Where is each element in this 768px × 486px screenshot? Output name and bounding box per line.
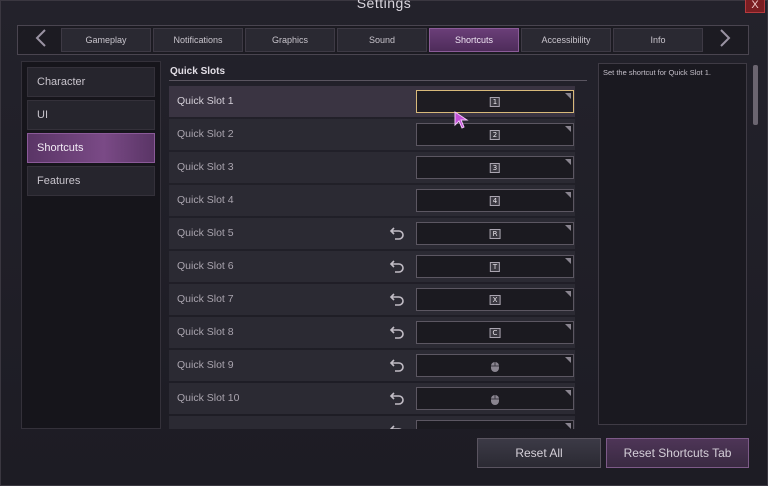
tab-graphics[interactable]: Graphics [245,28,335,52]
corner-marker-icon [565,357,571,363]
shortcut-row[interactable]: Quick Slot 9 [169,350,575,381]
tab-gameplay[interactable]: Gameplay [61,28,151,52]
tab-notifications[interactable]: Notifications [153,28,243,52]
key-cap: R [489,228,501,239]
key-cap: 1 [489,96,501,107]
description-text: Set the shortcut for Quick Slot 1. [603,68,711,77]
close-button[interactable]: X [745,0,765,13]
shortcut-label: Quick Slot 10 [177,392,240,404]
shortcut-row[interactable]: Quick Slot 1 1 [169,86,575,117]
section-divider [169,80,587,81]
shortcut-label: Quick Slot 8 [177,326,234,338]
keybind-field[interactable] [416,387,574,410]
tab-prev-arrow-icon[interactable] [20,26,62,54]
reset-shortcuts-tab-button[interactable]: Reset Shortcuts Tab [606,438,749,468]
reset-shortcut-icon[interactable] [389,390,405,406]
keybind-field[interactable]: R [416,222,574,245]
tab-accessibility[interactable]: Accessibility [521,28,611,52]
shortcut-label: Quick Slot 6 [177,260,234,272]
tab-info[interactable]: Info [613,28,703,52]
tab-list: Gameplay Notifications Graphics Sound Shortc… [61,28,703,52]
shortcut-row[interactable]: Quick Slot 4 4 [169,185,575,216]
sidebar-item-features[interactable]: Features [27,166,155,196]
shortcut-list: Quick Slot 1 1 Quick Slot 2 2 Quick Slot 33Q… [169,86,575,429]
corner-marker-icon [565,324,571,330]
corner-marker-icon [565,423,571,429]
section-title: Quick Slots [170,66,226,77]
shortcut-label: Quick Slot 1 [177,95,234,107]
reset-shortcut-icon[interactable] [389,423,405,429]
reset-all-button[interactable]: Reset All [477,438,601,468]
key-cap: X [489,294,501,305]
key-cap: 4 [489,195,501,206]
tab-next-arrow-icon[interactable] [704,26,746,54]
reset-shortcut-icon[interactable] [389,324,405,340]
corner-marker-icon [565,258,571,264]
window-title: Settings [356,0,412,11]
shortcut-row[interactable] [169,416,575,429]
reset-shortcut-icon[interactable] [389,291,405,307]
keybind-field[interactable]: 3 [416,156,574,179]
shortcut-label: Quick Slot 2 [177,128,234,140]
sidebar: Character UI Shortcuts Features [21,61,161,429]
keybind-field[interactable]: 4 [416,189,574,212]
shortcut-label: Quick Slot 3 [177,161,234,173]
reset-shortcut-icon[interactable] [389,357,405,373]
corner-marker-icon [565,192,571,198]
shortcut-label: Quick Slot 7 [177,293,234,305]
mouse-cursor-icon [454,111,469,129]
shortcut-label: Quick Slot 4 [177,194,234,206]
keybind-field[interactable]: T [416,255,574,278]
corner-marker-icon [565,225,571,231]
keybind-field[interactable] [416,354,574,377]
corner-marker-icon [565,291,571,297]
shortcut-row[interactable]: Quick Slot 7 X [169,284,575,315]
shortcut-row[interactable]: Quick Slot 5 R [169,218,575,249]
keybind-field[interactable] [416,420,574,429]
tab-bar: Gameplay Notifications Graphics Sound Shortc… [17,25,749,55]
keybind-field[interactable]: X [416,288,574,311]
tab-sound[interactable]: Sound [337,28,427,52]
shortcut-row[interactable]: Quick Slot 10 [169,383,575,414]
mouse-button-icon [490,393,500,405]
settings-window: Settings X Gameplay Notifications Graphics… [0,0,768,486]
key-cap: 2 [489,129,501,140]
tab-shortcuts[interactable]: Shortcuts [429,28,519,52]
corner-marker-icon [565,126,571,132]
main-panel: Quick Slots Quick Slot 1 1 Quick Slot 2 2 Qu… [163,61,593,429]
shortcut-row[interactable]: Quick Slot 8 C [169,317,575,348]
shortcut-row[interactable]: Quick Slot 6 T [169,251,575,282]
corner-marker-icon [565,93,571,99]
shortcut-row[interactable]: Quick Slot 3 3 [169,152,575,183]
key-cap: T [489,261,501,272]
corner-marker-icon [565,390,571,396]
keybind-field[interactable]: 2 [416,123,574,146]
description-panel: Set the shortcut for Quick Slot 1. [598,63,747,425]
description-scrollbar[interactable] [753,65,758,125]
keybind-field[interactable]: 1 [416,90,574,113]
sidebar-item-character[interactable]: Character [27,67,155,97]
corner-marker-icon [565,159,571,165]
shortcut-label: Quick Slot 9 [177,359,234,371]
reset-shortcut-icon[interactable] [389,258,405,274]
shortcut-row[interactable]: Quick Slot 2 2 [169,119,575,150]
keybind-field[interactable]: C [416,321,574,344]
mouse-button-icon [490,360,500,372]
reset-shortcut-icon[interactable] [389,225,405,241]
key-cap: C [489,327,501,338]
key-cap: 3 [489,162,501,173]
sidebar-item-shortcuts[interactable]: Shortcuts [27,133,155,163]
shortcut-label: Quick Slot 5 [177,227,234,239]
sidebar-item-ui[interactable]: UI [27,100,155,130]
